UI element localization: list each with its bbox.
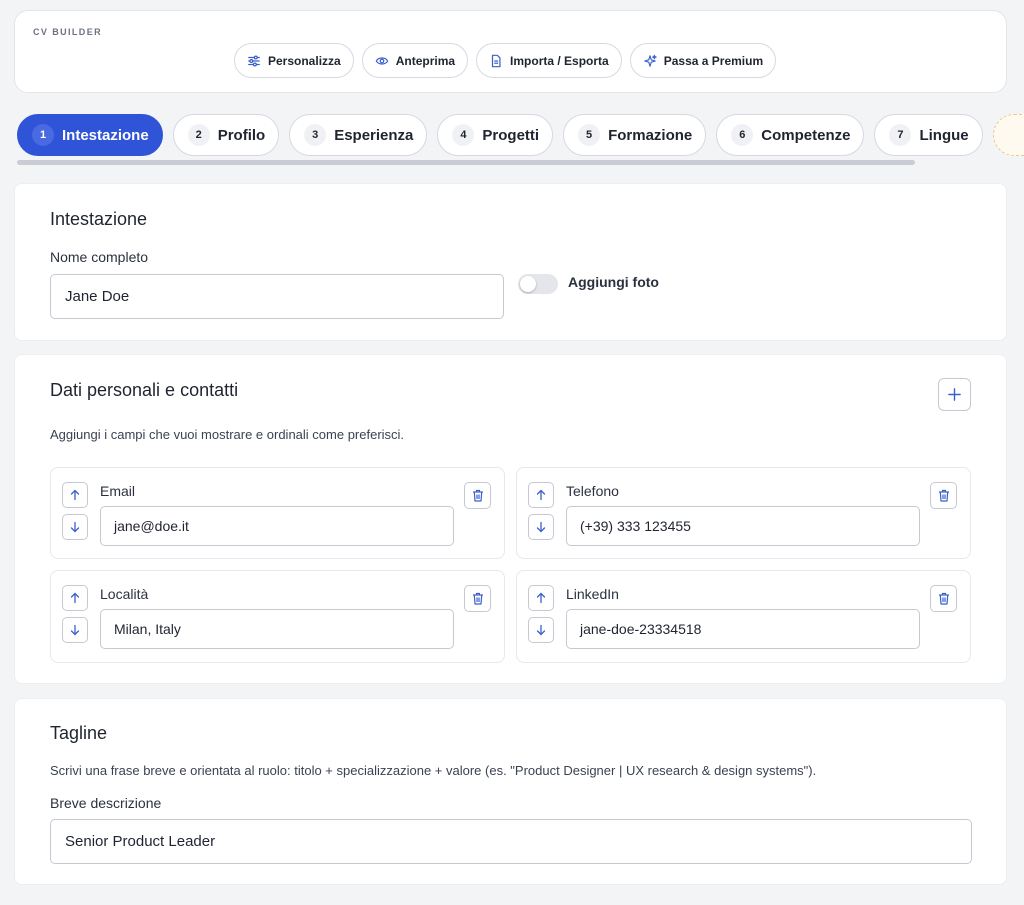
premium-button[interactable]: Passa a Premium — [629, 43, 777, 78]
arrow-up-icon — [536, 592, 546, 604]
move-down-button[interactable] — [62, 617, 88, 643]
add-field-button[interactable] — [938, 378, 971, 411]
header-title: Intestazione — [50, 209, 148, 229]
step-tab-intestazione[interactable]: 1 Intestazione — [17, 114, 163, 156]
step-tabs: 1 Intestazione 2 Profilo 3 Esperienza 4 … — [17, 114, 1024, 156]
step-tab-formazione[interactable]: 5 Formazione — [563, 114, 707, 156]
contacts-title: Dati personali e contatti — [50, 380, 239, 400]
arrow-down-icon — [70, 624, 80, 636]
step-number: 7 — [889, 124, 912, 146]
step-label: Profilo — [217, 126, 266, 144]
arrow-down-icon — [536, 624, 546, 636]
step-number: 3 — [304, 124, 327, 146]
customize-button[interactable]: Personalizza — [234, 43, 354, 78]
arrow-up-icon — [536, 489, 546, 501]
phone-field[interactable]: (+39) 333 123455 — [566, 506, 920, 546]
toggle-knob — [520, 276, 536, 292]
email-field[interactable]: jane@doe.it — [100, 506, 454, 546]
short-description-input[interactable]: Senior Product Leader — [50, 819, 972, 864]
top-bar: CV BUILDER Personalizza Anteprima Import… — [14, 10, 1007, 93]
field-label: Email — [100, 483, 136, 499]
field-label: Località — [100, 586, 149, 602]
sparkle-icon — [643, 54, 657, 67]
preview-label: Anteprima — [395, 53, 456, 68]
location-field[interactable]: Milan, Italy — [100, 609, 454, 649]
tagline-hint: Scrivi una frase breve e orientata al ru… — [50, 763, 817, 778]
step-tab-overflow[interactable] — [992, 114, 1024, 156]
contacts-card: Dati personali e contatti Aggiungi i cam… — [14, 354, 1007, 684]
move-up-button[interactable] — [62, 585, 88, 611]
arrow-up-icon — [70, 592, 80, 604]
move-up-button[interactable] — [528, 585, 554, 611]
preview-button[interactable]: Anteprima — [361, 43, 469, 78]
photo-toggle-label: Aggiungi foto — [568, 274, 659, 290]
app-brand: CV BUILDER — [33, 27, 103, 37]
tagline-card: Tagline Scrivi una frase breve e orienta… — [14, 698, 1007, 885]
step-number: 5 — [578, 124, 601, 146]
step-tab-profilo[interactable]: 2 Profilo — [172, 114, 280, 156]
step-tab-progetti[interactable]: 4 Progetti — [437, 114, 554, 156]
field-label: LinkedIn — [566, 586, 619, 602]
premium-label: Passa a Premium — [663, 53, 764, 68]
delete-field-button[interactable] — [464, 482, 491, 509]
trash-icon — [938, 592, 949, 605]
move-down-button[interactable] — [528, 514, 554, 540]
import-export-label: Importa / Esporta — [510, 53, 609, 68]
step-tab-lingue[interactable]: 7 Lingue — [874, 114, 983, 156]
photo-toggle[interactable] — [518, 274, 558, 294]
steps-scrollbar[interactable] — [17, 160, 915, 165]
delete-field-button[interactable] — [464, 585, 491, 612]
arrow-down-icon — [536, 521, 546, 533]
step-number: 4 — [452, 124, 475, 146]
delete-field-button[interactable] — [930, 482, 957, 509]
short-description-label: Breve descrizione — [50, 795, 162, 811]
trash-icon — [472, 592, 483, 605]
trash-icon — [472, 489, 483, 502]
step-label: Formazione — [608, 126, 693, 144]
linkedin-field[interactable]: jane-doe-23334518 — [566, 609, 920, 649]
contact-field-email: Email jane@doe.it — [50, 467, 505, 559]
name-label: Nome completo — [50, 249, 149, 265]
move-up-button[interactable] — [62, 482, 88, 508]
document-icon — [491, 54, 501, 67]
step-number: 1 — [32, 124, 54, 146]
step-tab-competenze[interactable]: 6 Competenze — [716, 114, 865, 156]
delete-field-button[interactable] — [930, 585, 957, 612]
field-label: Telefono — [566, 483, 619, 499]
contact-field-location: Località Milan, Italy — [50, 570, 505, 663]
contact-field-phone: Telefono (+39) 333 123455 — [516, 467, 971, 559]
contacts-hint: Aggiungi i campi che vuoi mostrare e ord… — [50, 427, 405, 442]
eye-icon — [375, 56, 389, 65]
full-name-input[interactable]: Jane Doe — [50, 274, 504, 319]
step-label: Competenze — [761, 126, 851, 144]
contact-field-linkedin: LinkedIn jane-doe-23334518 — [516, 570, 971, 663]
step-label: Lingue — [919, 126, 969, 144]
arrow-up-icon — [70, 489, 80, 501]
arrow-down-icon — [70, 521, 80, 533]
plus-icon — [948, 388, 961, 401]
move-down-button[interactable] — [62, 514, 88, 540]
customize-label: Personalizza — [268, 53, 341, 68]
move-up-button[interactable] — [528, 482, 554, 508]
sliders-icon — [248, 54, 260, 67]
step-number: 6 — [731, 124, 754, 146]
header-card: Intestazione Nome completo Jane Doe Aggi… — [14, 183, 1007, 341]
tagline-title: Tagline — [50, 723, 108, 743]
step-number: 2 — [187, 124, 210, 146]
step-label: Progetti — [482, 126, 540, 144]
move-down-button[interactable] — [528, 617, 554, 643]
step-tab-esperienza[interactable]: 3 Esperienza — [289, 114, 428, 156]
trash-icon — [938, 489, 949, 502]
step-label: Intestazione — [62, 126, 149, 144]
toolbar: Personalizza Anteprima Importa / Esporta… — [234, 43, 777, 78]
import-export-button[interactable]: Importa / Esporta — [476, 43, 622, 78]
step-label: Esperienza — [334, 126, 414, 144]
